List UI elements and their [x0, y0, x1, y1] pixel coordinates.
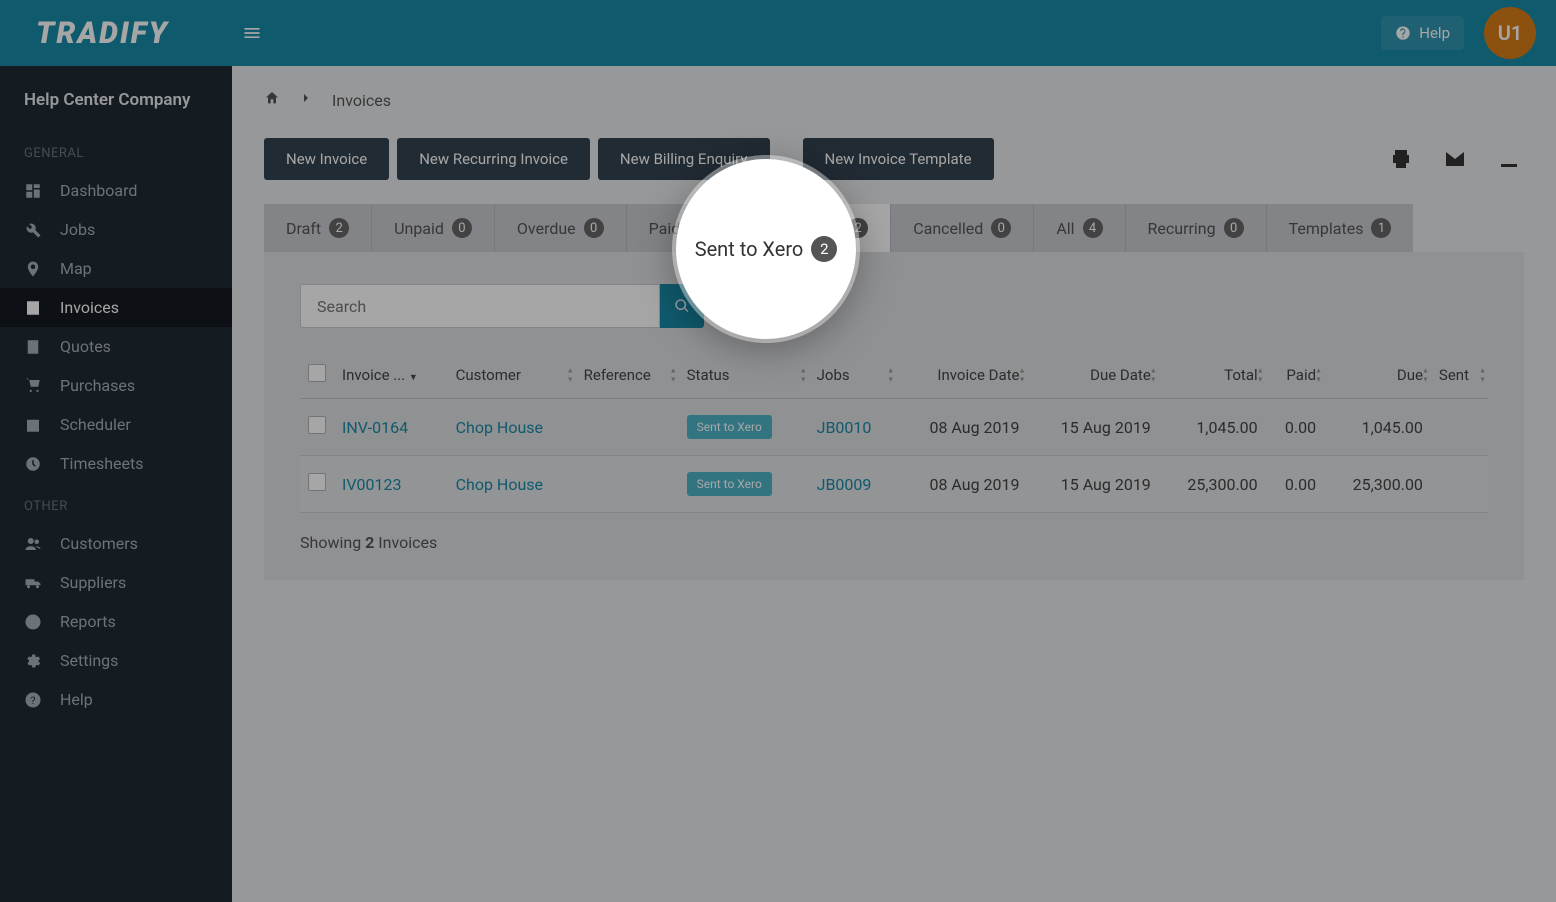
spotlight-label: Sent to Xero: [695, 237, 804, 261]
dim-overlay: [0, 0, 1556, 902]
tour-spotlight: Sent to Xero 2: [676, 159, 856, 339]
spotlight-badge: 2: [811, 236, 837, 262]
